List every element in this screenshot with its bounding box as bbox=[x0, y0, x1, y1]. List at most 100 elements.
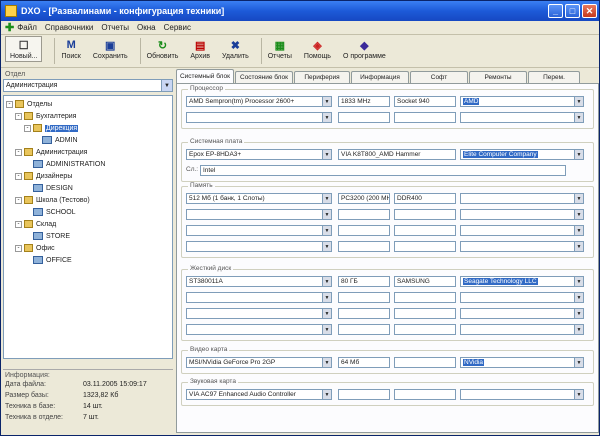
tree-folder-item[interactable]: - Бухгалтерия bbox=[6, 110, 170, 122]
tree-computer-item[interactable]: STORE bbox=[6, 230, 170, 242]
combo-field[interactable]: ▼ bbox=[186, 241, 332, 252]
tree-expander-icon[interactable]: - bbox=[15, 172, 22, 180]
text-field[interactable] bbox=[338, 112, 390, 123]
tree-folder-item[interactable]: - Администрация bbox=[6, 146, 170, 158]
combo-field[interactable]: ▼ bbox=[460, 112, 584, 123]
text-field[interactable] bbox=[338, 292, 390, 303]
combo-field[interactable]: ▼ bbox=[460, 209, 584, 220]
text-field[interactable] bbox=[338, 389, 390, 400]
combo-field[interactable]: ▼ bbox=[460, 292, 584, 303]
text-field[interactable] bbox=[394, 389, 456, 400]
chevron-down-icon[interactable]: ▼ bbox=[322, 150, 331, 159]
tree-folder-item[interactable]: - Офис bbox=[6, 242, 170, 254]
chevron-down-icon[interactable]: ▼ bbox=[574, 210, 583, 219]
text-field[interactable] bbox=[394, 292, 456, 303]
chevron-down-icon[interactable]: ▼ bbox=[574, 113, 583, 122]
text-field[interactable]: Socket 940 bbox=[394, 96, 456, 107]
toolbar-button-new[interactable]: ☐ Новый... bbox=[5, 36, 43, 62]
tree-computer-item[interactable]: ADMINISTRATION bbox=[6, 158, 170, 170]
chevron-down-icon[interactable]: ▼ bbox=[574, 242, 583, 251]
tab-0[interactable]: Системный блок bbox=[176, 69, 234, 83]
combo-field[interactable]: ▼ bbox=[186, 292, 332, 303]
chevron-down-icon[interactable]: ▼ bbox=[322, 325, 331, 334]
combo-field[interactable]: Epox EP-8HDA3+ ▼ bbox=[186, 149, 332, 160]
chevron-down-icon[interactable]: ▼ bbox=[322, 226, 331, 235]
tree-expander-icon[interactable]: - bbox=[15, 244, 22, 252]
combo-field[interactable]: 512 Мб (1 банк, 1 Слоты) ▼ bbox=[186, 193, 332, 204]
text-field[interactable]: SAMSUNG bbox=[394, 276, 456, 287]
tree-folder-item[interactable]: - Школа (Тестово) bbox=[6, 194, 170, 206]
text-field[interactable]: 64 Мб bbox=[338, 357, 390, 368]
department-tree[interactable]: - Отделы - Бухгалтерия - Дирекция ADMIN - Админи… bbox=[3, 95, 173, 359]
minimize-button[interactable]: _ bbox=[548, 4, 563, 18]
tree-expander-icon[interactable]: - bbox=[15, 220, 22, 228]
combo-field[interactable]: ▼ bbox=[186, 324, 332, 335]
text-field[interactable] bbox=[338, 241, 390, 252]
department-select[interactable]: Администрация ▼ bbox=[3, 79, 173, 92]
text-field[interactable] bbox=[394, 357, 456, 368]
combo-field[interactable]: Elite Computer Company ▼ bbox=[460, 149, 584, 160]
text-field[interactable]: VIA K8T800_AMD Hammer bbox=[338, 149, 456, 160]
toolbar-button-refresh[interactable]: ↻ Обновить bbox=[147, 36, 179, 61]
menu-reports[interactable]: Отчеты bbox=[101, 23, 129, 32]
text-field[interactable]: PC3200 (200 MHz) bbox=[338, 193, 390, 204]
toolbar-button-save[interactable]: ▣ Сохранить bbox=[93, 36, 128, 61]
chevron-down-icon[interactable]: ▼ bbox=[322, 242, 331, 251]
text-field[interactable] bbox=[394, 241, 456, 252]
chevron-down-icon[interactable]: ▼ bbox=[322, 113, 331, 122]
text-field[interactable]: DDR400 bbox=[394, 193, 456, 204]
toolbar-button-delete[interactable]: ✖ Удалить bbox=[222, 36, 249, 61]
text-field[interactable] bbox=[394, 225, 456, 236]
title-bar[interactable]: DXO - [Развалинами - конфигурация техник… bbox=[1, 1, 599, 21]
tree-computer-item[interactable]: SCHOOL bbox=[6, 206, 170, 218]
tree-folder-item[interactable]: - Дирекция bbox=[6, 122, 170, 134]
text-field[interactable]: 1833 MHz bbox=[338, 96, 390, 107]
text-field[interactable]: 80 ГБ bbox=[338, 276, 390, 287]
combo-field[interactable]: ▼ bbox=[186, 308, 332, 319]
chevron-down-icon[interactable]: ▼ bbox=[322, 97, 331, 106]
chevron-down-icon[interactable]: ▼ bbox=[322, 194, 331, 203]
tree-expander-icon[interactable]: - bbox=[15, 112, 22, 120]
tree-computer-item[interactable]: OFFICE bbox=[6, 254, 170, 266]
text-field[interactable] bbox=[338, 308, 390, 319]
close-button[interactable]: ✕ bbox=[582, 4, 597, 18]
combo-field[interactable]: ▼ bbox=[460, 389, 584, 400]
chevron-down-icon[interactable]: ▼ bbox=[322, 293, 331, 302]
chevron-down-icon[interactable]: ▼ bbox=[574, 194, 583, 203]
chevron-down-icon[interactable]: ▼ bbox=[322, 390, 331, 399]
toolbar-button-reports[interactable]: ▦ Отчеты bbox=[268, 36, 292, 61]
text-field[interactable] bbox=[394, 112, 456, 123]
menu-service[interactable]: Сервис bbox=[164, 23, 191, 32]
text-field[interactable]: Intel bbox=[200, 165, 566, 176]
tree-expander-icon[interactable]: - bbox=[24, 124, 31, 132]
combo-field[interactable]: ▼ bbox=[460, 241, 584, 252]
chevron-down-icon[interactable]: ▼ bbox=[574, 277, 583, 286]
tree-folder-item[interactable]: - Склад bbox=[6, 218, 170, 230]
chevron-down-icon[interactable]: ▼ bbox=[574, 325, 583, 334]
combo-field[interactable]: ▼ bbox=[186, 209, 332, 220]
chevron-down-icon[interactable]: ▼ bbox=[574, 358, 583, 367]
tab-3[interactable]: Информация bbox=[351, 71, 409, 83]
tree-computer-item[interactable]: ADMIN bbox=[6, 134, 170, 146]
toolbar-button-help[interactable]: ◈ Помощь bbox=[304, 36, 331, 61]
menu-windows[interactable]: Окна bbox=[137, 23, 156, 32]
chevron-down-icon[interactable]: ▼ bbox=[574, 293, 583, 302]
combo-field[interactable]: NVidia ▼ bbox=[460, 357, 584, 368]
tab-2[interactable]: Периферия bbox=[294, 71, 350, 83]
menu-file[interactable]: Файл bbox=[17, 23, 37, 32]
combo-field[interactable]: ▼ bbox=[460, 193, 584, 204]
chevron-down-icon[interactable]: ▼ bbox=[322, 277, 331, 286]
chevron-down-icon[interactable]: ▼ bbox=[322, 210, 331, 219]
tree-folder-item[interactable]: - Дизайнеры bbox=[6, 170, 170, 182]
combo-field[interactable]: ▼ bbox=[186, 112, 332, 123]
chevron-down-icon[interactable]: ▼ bbox=[574, 309, 583, 318]
tab-4[interactable]: Софт bbox=[410, 71, 468, 83]
tree-expander-icon[interactable]: - bbox=[15, 196, 22, 204]
combo-field[interactable]: ▼ bbox=[186, 225, 332, 236]
text-field[interactable] bbox=[394, 209, 456, 220]
chevron-down-icon[interactable]: ▼ bbox=[574, 150, 583, 159]
chevron-down-icon[interactable]: ▼ bbox=[322, 309, 331, 318]
chevron-down-icon[interactable]: ▼ bbox=[574, 97, 583, 106]
combo-field[interactable]: ST380011A ▼ bbox=[186, 276, 332, 287]
text-field[interactable] bbox=[338, 209, 390, 220]
